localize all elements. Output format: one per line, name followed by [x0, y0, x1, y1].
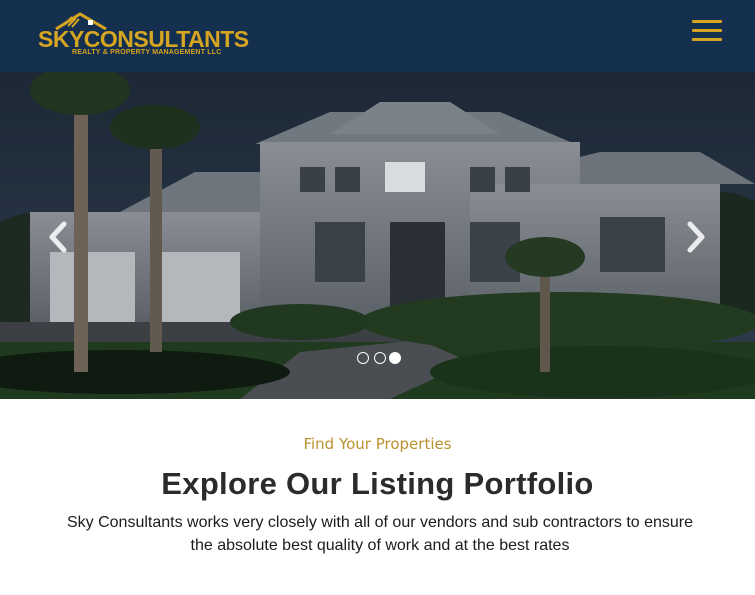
chevron-right-icon[interactable]	[682, 220, 710, 254]
carousel-dot-2[interactable]	[374, 352, 386, 364]
logo-brand-name: SKYCONSULTANTS	[38, 26, 249, 52]
site-header: SKYCONSULTANTS REALTY & PROPERTY MANAGEM…	[0, 0, 755, 72]
site-logo[interactable]: SKYCONSULTANTS REALTY & PROPERTY MANAGEM…	[38, 12, 249, 60]
hero-carousel	[0, 72, 755, 399]
chevron-left-icon[interactable]	[44, 220, 72, 254]
carousel-dot-3[interactable]	[389, 352, 401, 364]
hamburger-menu-icon[interactable]	[690, 18, 724, 44]
logo-tagline: REALTY & PROPERTY MANAGEMENT LLC	[72, 49, 222, 56]
section-title: Explore Our Listing Portfolio	[161, 466, 594, 501]
section-description: Sky Consultants works very closely with …	[66, 514, 694, 554]
carousel-dot-1[interactable]	[357, 352, 369, 364]
hero-house-image	[0, 72, 755, 399]
section-kicker: Find Your Properties	[303, 435, 452, 453]
